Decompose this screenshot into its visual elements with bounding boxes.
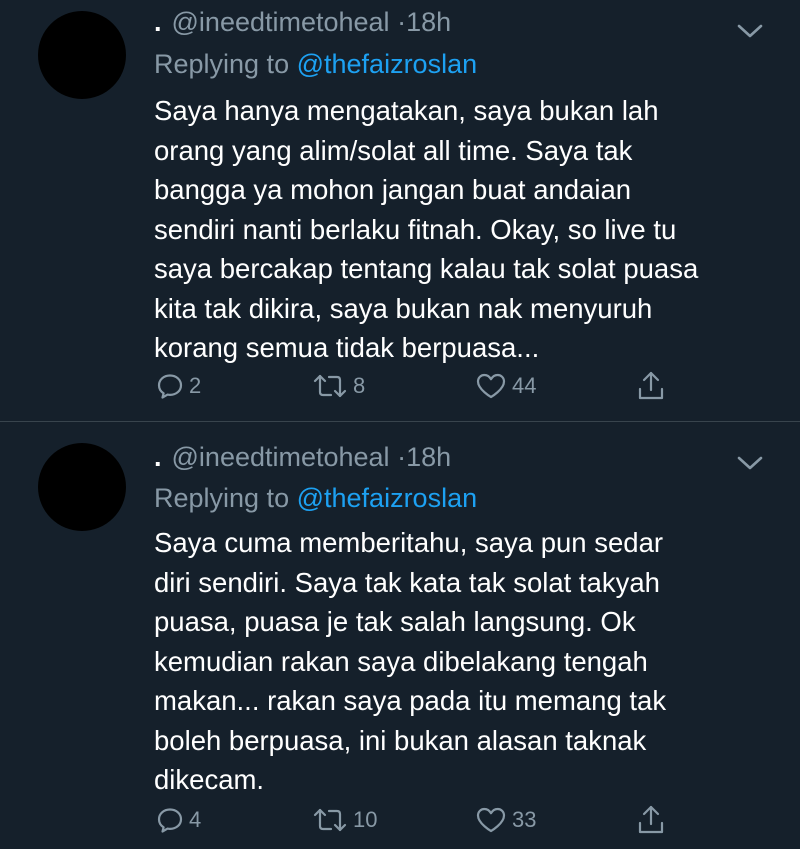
time-separator: · (397, 7, 407, 37)
display-name[interactable]: . (154, 7, 162, 37)
avatar[interactable] (38, 11, 126, 99)
reply-button[interactable]: 2 (156, 368, 201, 404)
share-button[interactable] (636, 368, 666, 404)
heart-icon (476, 807, 506, 833)
reply-icon (157, 374, 183, 399)
mention-link[interactable]: @thefaizroslan (297, 483, 478, 513)
retweet-count: 10 (353, 807, 378, 832)
share-button[interactable] (636, 802, 666, 838)
reply-count: 2 (189, 373, 202, 398)
share-icon (638, 805, 664, 834)
tweet[interactable]: . @ineedtimetoheal ·18h Replying to @thef… (0, 422, 800, 849)
tweet-text-line: diri sendiri. Saya tak kata tak solat ta… (154, 566, 660, 598)
retweet-icon (313, 374, 347, 398)
tweet-text-line: saya bercakap tentang kalau tak solat pu… (154, 253, 699, 284)
tweet-text-line: kemudian rakan saya dibelakang tengah (154, 645, 648, 677)
replying-prefix: Replying to (154, 49, 290, 79)
retweet-count: 8 (353, 373, 366, 398)
replying-prefix: Replying to (154, 483, 290, 513)
tweet-text-line: Saya cuma memberitahu, saya pun sedar (154, 527, 664, 558)
chevron-down-icon[interactable] (736, 454, 764, 472)
tweet-text-line: puasa, puasa je tak salah langsung. Ok (154, 606, 636, 637)
like-count: 44 (512, 373, 537, 398)
reply-icon (157, 808, 183, 833)
tweet-text-line: korang semua tidak berpuasa... (154, 332, 540, 363)
like-button[interactable]: 44 (475, 368, 536, 404)
heart-icon (476, 373, 506, 399)
like-count: 33 (512, 807, 537, 832)
tweet-text-line: bangga ya mohon jangan buat andaian (154, 174, 632, 205)
retweet-icon (313, 808, 347, 832)
share-icon (638, 371, 664, 400)
tweet-text-line: dikecam. (154, 764, 265, 795)
avatar[interactable] (38, 443, 126, 531)
tweet-text-line: boleh berpuasa, ini bukan alasan taknak (154, 724, 647, 756)
user-handle[interactable]: @ineedtimetoheal (172, 7, 390, 37)
tweet-actions: 2 8 44 (0, 368, 800, 404)
mention-link[interactable]: @thefaizroslan (297, 49, 478, 79)
tweet-text: Saya cuma memberitahu, saya pun sedar di… (154, 523, 774, 800)
tweet-text-line: sendiri nanti berlaku fitnah. Okay, so l… (154, 213, 677, 245)
replying-to: Replying to @thefaizroslan (154, 46, 477, 82)
timestamp[interactable]: 18h (406, 442, 451, 472)
retweet-button[interactable]: 10 (312, 802, 377, 838)
time-separator: · (397, 442, 407, 472)
replying-to: Replying to @thefaizroslan (154, 480, 477, 516)
like-button[interactable]: 33 (475, 802, 536, 838)
tweet-header: . @ineedtimetoheal ·18h (154, 439, 451, 475)
timestamp[interactable]: 18h (406, 7, 451, 37)
tweet-text: Saya hanya mengatakan, saya bukan lah or… (154, 91, 774, 368)
tweet-text-line: makan... rakan saya pada itu memang tak (154, 685, 667, 716)
user-handle[interactable]: @ineedtimetoheal (172, 442, 390, 472)
tweet-header: . @ineedtimetoheal ·18h (154, 4, 451, 40)
tweet-actions: 4 10 33 (0, 802, 800, 838)
tweet[interactable]: . @ineedtimetoheal ·18h Replying to @thef… (0, 0, 800, 421)
reply-button[interactable]: 4 (156, 802, 201, 838)
retweet-button[interactable]: 8 (312, 368, 365, 404)
tweet-text-line: kita tak dikira, saya bukan nak menyuruh (154, 292, 653, 324)
reply-count: 4 (189, 807, 202, 832)
display-name[interactable]: . (154, 442, 162, 472)
tweet-text-line: orang yang alim/solat all time. Saya tak (154, 134, 633, 166)
tweet-text-line: Saya hanya mengatakan, saya bukan lah (154, 95, 659, 126)
chevron-down-icon[interactable] (736, 22, 764, 40)
